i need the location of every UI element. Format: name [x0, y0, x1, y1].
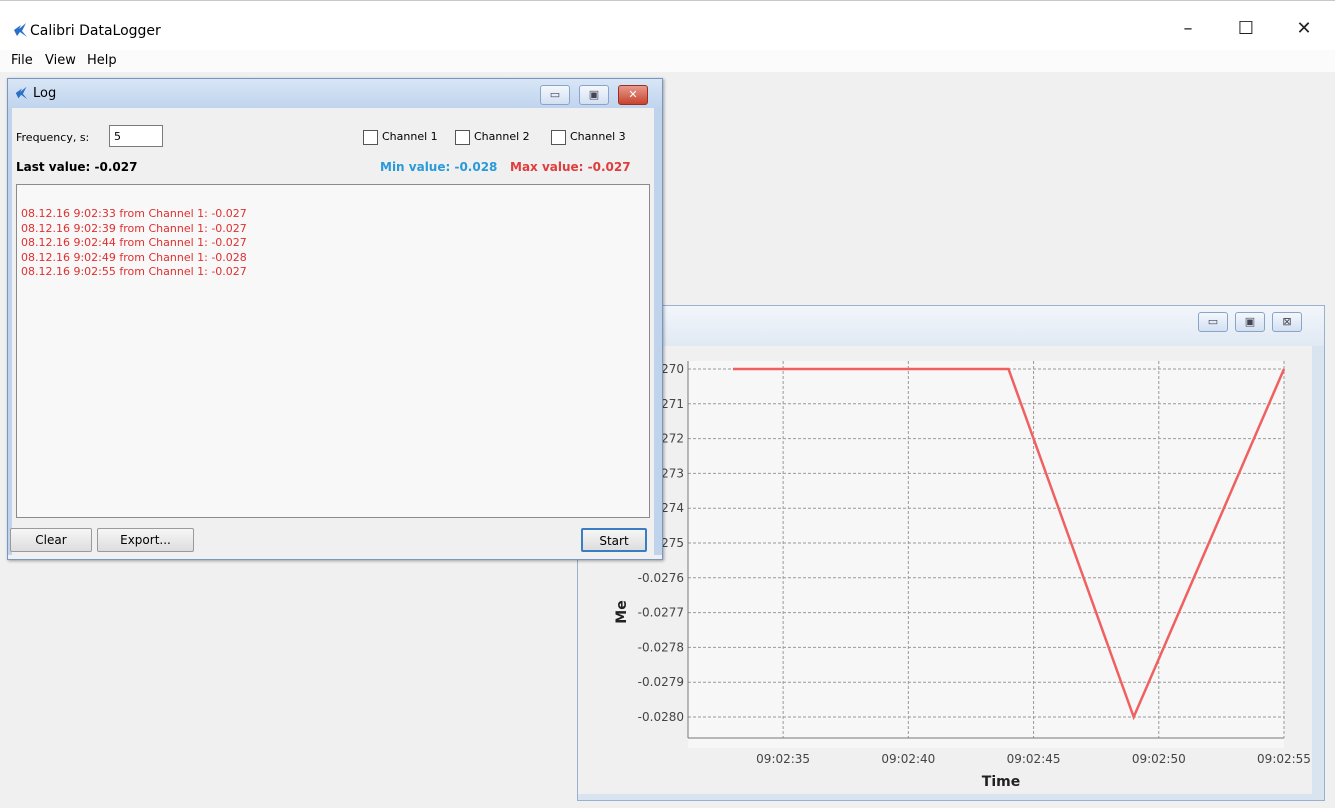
y-tick-label: 275	[661, 536, 684, 550]
channel-3-checkbox[interactable]	[551, 130, 566, 145]
log-output-area[interactable]: 08.12.16 9:02:33 from Channel 1: -0.027 …	[16, 184, 650, 518]
last-value-label: Last value: -0.027	[16, 160, 138, 174]
chart-window: h ▭ ▣ ⊠ 270 271 272 273 274 275 -0.0276 -0.0277…	[577, 305, 1325, 801]
x-tick-label: 09:02:55	[1257, 752, 1311, 766]
log-window: Log ▭ ▣ ✕ Frequency, s: Channel 1 Channe…	[7, 78, 663, 560]
log-line: 08.12.16 9:02:55 from Channel 1: -0.027	[21, 265, 247, 278]
x-tick-label: 09:02:35	[756, 752, 810, 766]
chart-close-button[interactable]: ⊠	[1272, 312, 1302, 332]
y-tick-label: 273	[661, 466, 684, 480]
min-value-label: Min value: -0.028	[380, 160, 498, 174]
chart-minimize-button[interactable]: ▭	[1198, 312, 1228, 332]
y-axis-title: Me	[614, 600, 630, 623]
channel-1-checkbox[interactable]	[363, 130, 378, 145]
maximize-button[interactable]: ☐	[1226, 11, 1266, 47]
minimize-button[interactable]: –	[1168, 11, 1208, 47]
app-title: Calibri DataLogger	[30, 23, 161, 39]
frequency-input[interactable]	[109, 125, 163, 147]
log-maximize-button[interactable]: ▣	[579, 85, 609, 105]
channel-1-label: Channel 1	[382, 130, 438, 143]
app-titlebar: Calibri DataLogger – ☐ ✕	[0, 0, 1335, 51]
frequency-label: Frequency, s:	[16, 131, 90, 144]
chart-maximize-button[interactable]: ▣	[1235, 312, 1265, 332]
clear-button[interactable]: Clear	[10, 528, 92, 552]
x-tick-label: 09:02:50	[1132, 752, 1186, 766]
log-line: 08.12.16 9:02:44 from Channel 1: -0.027	[21, 236, 247, 249]
y-tick-label: 274	[661, 501, 684, 515]
y-tick-label: 271	[661, 397, 684, 411]
x-axis-title: Time	[982, 774, 1020, 790]
channel-2-checkbox[interactable]	[455, 130, 470, 145]
y-tick-label: -0.0277	[638, 606, 684, 620]
log-window-titlebar[interactable]: Log ▭ ▣ ✕	[8, 79, 662, 108]
max-value-label: Max value: -0.027	[510, 160, 631, 174]
log-window-frame-left	[8, 108, 12, 555]
menu-file[interactable]: File	[11, 53, 33, 68]
start-button[interactable]: Start	[581, 528, 647, 552]
log-close-button[interactable]: ✕	[618, 85, 648, 105]
menu-bar: File View Help	[0, 50, 1335, 72]
export-button[interactable]: Export...	[97, 528, 194, 552]
chart-window-titlebar[interactable]: h ▭ ▣ ⊠	[578, 306, 1324, 346]
log-lines: 08.12.16 9:02:33 from Channel 1: -0.027 …	[21, 207, 247, 280]
channel-3-label: Channel 3	[570, 130, 626, 143]
app-logo-icon	[14, 23, 27, 37]
y-tick-label: 270	[661, 362, 684, 376]
log-line: 08.12.16 9:02:39 from Channel 1: -0.027	[21, 221, 247, 235]
plot-area	[688, 361, 1284, 748]
menu-help[interactable]: Help	[87, 53, 117, 68]
log-window-frame-right	[654, 108, 662, 555]
log-line: 08.12.16 9:02:49 from Channel 1: -0.028	[21, 250, 247, 264]
chart-window-frame-bottom	[578, 794, 1324, 800]
line-chart: 270 271 272 273 274 275 -0.0276 -0.0277 -0.0278 -…	[614, 361, 1311, 790]
log-window-logo-icon	[15, 86, 28, 100]
log-window-title: Log	[33, 86, 57, 101]
x-tick-label: 09:02:40	[881, 752, 935, 766]
chart-window-frame-right	[1312, 346, 1324, 800]
y-tick-label: 272	[661, 432, 684, 446]
y-tick-label: -0.0279	[638, 675, 684, 689]
log-line: 08.12.16 9:02:33 from Channel 1: -0.027	[21, 207, 247, 220]
close-button[interactable]: ✕	[1284, 11, 1324, 47]
channel-2-label: Channel 2	[474, 130, 530, 143]
y-tick-label: -0.0280	[638, 710, 684, 724]
menu-view[interactable]: View	[45, 53, 76, 68]
y-tick-label: -0.0278	[638, 640, 684, 654]
y-tick-label: -0.0276	[638, 571, 684, 585]
log-minimize-button[interactable]: ▭	[540, 85, 570, 105]
x-tick-label: 09:02:45	[1007, 752, 1061, 766]
